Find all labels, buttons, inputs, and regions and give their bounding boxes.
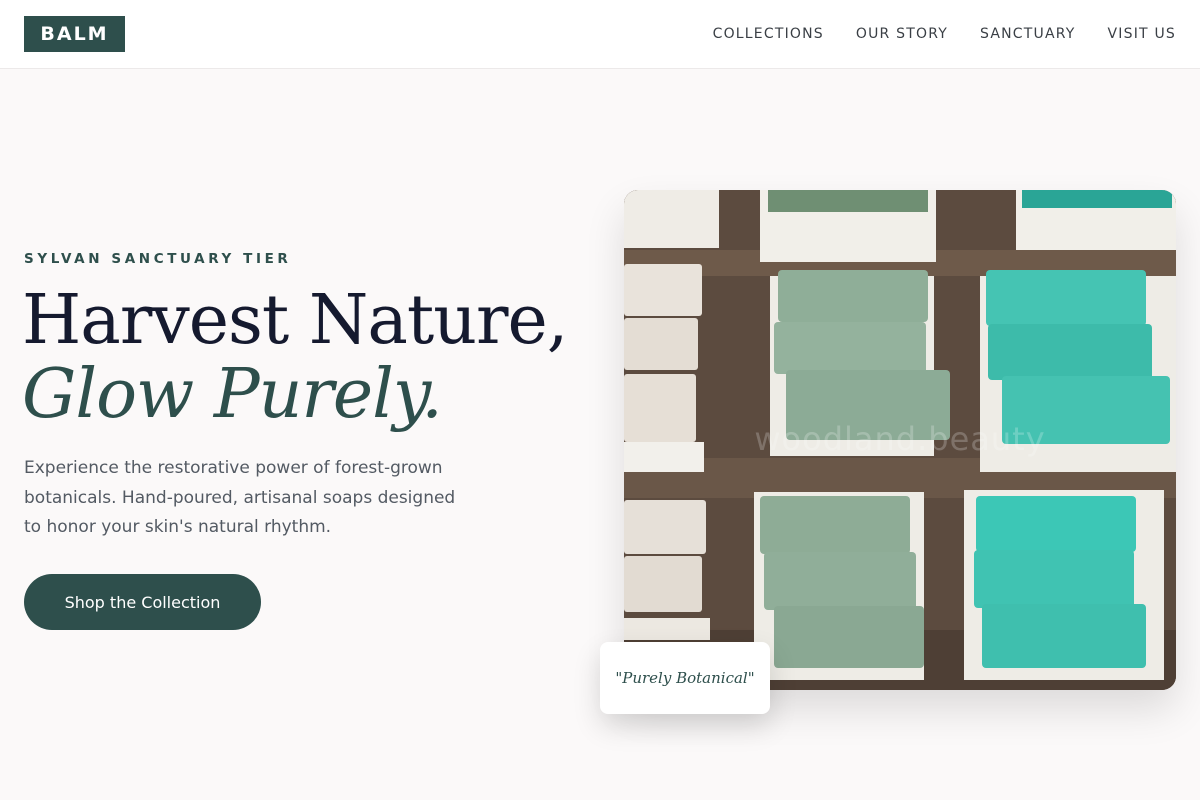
nav-visit-us[interactable]: VISIT US: [1108, 26, 1176, 42]
nav-sanctuary[interactable]: SANCTUARY: [980, 26, 1076, 42]
brand-logo[interactable]: BALM: [24, 16, 125, 52]
hero-soap-photo: woodland.beauty: [624, 190, 1176, 690]
headline-line-1: Harvest Nature,: [22, 281, 568, 360]
nav-our-story[interactable]: OUR STORY: [856, 26, 948, 42]
hero-headline: Harvest Nature, Glow Purely.: [22, 284, 582, 432]
hero-eyebrow: SYLVAN SANCTUARY TIER: [24, 251, 292, 267]
hero-description: Experience the restorative power of fore…: [24, 458, 456, 537]
purely-botanical-badge: "Purely Botanical": [600, 642, 770, 714]
main-nav: COLLECTIONS OUR STORY SANCTUARY VISIT US: [713, 24, 1176, 44]
shop-collection-button[interactable]: Shop the Collection: [24, 574, 261, 630]
headline-line-2: Glow Purely.: [22, 355, 443, 434]
site-header: BALM COLLECTIONS OUR STORY SANCTUARY VIS…: [0, 0, 1200, 69]
nav-collections[interactable]: COLLECTIONS: [713, 26, 824, 42]
image-watermark: woodland.beauty: [754, 420, 1046, 458]
